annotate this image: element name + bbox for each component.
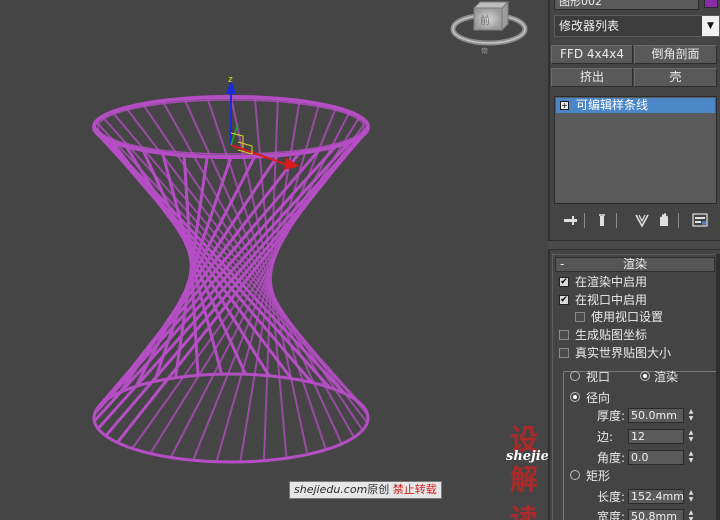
length-spinner[interactable]: ▲ ▼ <box>686 489 696 504</box>
width-field[interactable]: 50.8mm <box>628 509 684 520</box>
object-color-swatch[interactable] <box>704 0 718 8</box>
thickness-field[interactable]: 50.0mm <box>628 408 684 423</box>
object-name-field[interactable]: 图形002 <box>554 0 699 10</box>
hyperboloid-spline-object[interactable] <box>92 95 370 464</box>
copyright-caption: shejiedu.com原创 禁止转载 <box>289 481 442 499</box>
gizmo-z-label: z <box>228 75 233 85</box>
svg-text:南: 南 <box>481 46 488 55</box>
configure-modifier-sets-icon[interactable] <box>692 212 708 228</box>
rectangular-label: 矩形 <box>586 469 611 483</box>
rendering-rollout-header[interactable]: - 渲染 <box>555 257 715 272</box>
caption-url: shejiedu.com <box>294 483 368 496</box>
watermark-logo: 设解读 <box>510 423 540 520</box>
length-field[interactable]: 152.4mm <box>628 489 684 504</box>
angle-spinner[interactable]: ▲ ▼ <box>686 450 696 465</box>
thickness-label: 厚度: <box>597 409 626 423</box>
spline-generator-line <box>94 131 331 389</box>
ffd-button[interactable]: FFD 4x4x4 <box>551 45 633 64</box>
modifier-list-dropdown[interactable]: 修改器列表 ▼ <box>554 15 720 37</box>
collapse-minus-icon[interactable]: - <box>560 258 564 271</box>
radial-radio[interactable] <box>570 392 580 402</box>
panel-divider <box>548 0 550 520</box>
x-axis-arrow-icon <box>284 158 300 170</box>
mode-render-label: 渲染 <box>654 370 679 384</box>
stack-item-label: 可编辑样条线 <box>576 98 649 112</box>
width-label: 宽度: <box>597 510 626 520</box>
generate-mapping-coords-label: 生成贴图坐标 <box>575 328 648 342</box>
rendering-rollout-title: 渲染 <box>622 257 647 271</box>
command-panel: 图形002 修改器列表 ▼ FFD 4x4x4 倒角剖面 挤出 壳 + 可编辑样… <box>548 0 720 520</box>
enable-in-viewport-row[interactable]: ✔ 在视口中启用 <box>559 292 709 308</box>
viewcube[interactable]: 前 南 <box>450 0 528 55</box>
sides-spinner[interactable]: ▲ ▼ <box>686 429 696 444</box>
perspective-viewport[interactable]: z 前 南 设解读 shejiedu.com shejiedu.com原创 禁止… <box>0 0 548 520</box>
expand-plus-icon[interactable]: + <box>560 101 569 110</box>
make-unique-icon[interactable] <box>634 212 650 228</box>
length-label: 长度: <box>597 490 626 504</box>
generate-mapping-coords-checkbox[interactable] <box>559 330 569 340</box>
use-viewport-settings-checkbox[interactable] <box>575 312 585 322</box>
enable-in-renderer-checkbox[interactable]: ✔ <box>559 277 569 287</box>
spline-generator-line <box>149 116 361 455</box>
show-end-result-icon[interactable] <box>594 212 610 228</box>
watermark-url: shejiedu.com <box>506 449 548 464</box>
use-viewport-settings-row[interactable]: 使用视口设置 <box>575 309 705 325</box>
enable-in-viewport-checkbox[interactable]: ✔ <box>559 295 569 305</box>
panel-scrollbar[interactable] <box>716 254 720 520</box>
viewcube-face-label: 前 <box>480 14 490 27</box>
mode-render-radio[interactable] <box>640 371 650 381</box>
thickness-spinner[interactable]: ▲ ▼ <box>686 408 696 423</box>
spline-generator-line <box>192 107 337 461</box>
extrude-button[interactable]: 挤出 <box>551 68 633 87</box>
shell-button[interactable]: 壳 <box>634 68 717 87</box>
bevel-profile-button[interactable]: 倒角剖面 <box>634 45 717 64</box>
generate-mapping-coords-row[interactable]: 生成贴图坐标 <box>559 327 709 343</box>
real-world-map-size-row[interactable]: 真实世界贴图大小 <box>559 345 709 361</box>
enable-in-renderer-row[interactable]: ✔ 在渲染中启用 <box>559 274 709 290</box>
use-viewport-settings-label: 使用视口设置 <box>591 310 664 324</box>
viewport-scene: z 前 南 <box>92 0 528 464</box>
rollout-separator <box>548 240 720 250</box>
pin-stack-icon[interactable] <box>562 212 578 228</box>
chevron-down-icon[interactable]: ▼ <box>702 16 719 36</box>
radial-label: 径向 <box>586 391 611 405</box>
enable-in-renderer-label: 在渲染中启用 <box>575 275 648 289</box>
mode-viewport-radio[interactable] <box>570 371 580 381</box>
stack-item-editable-spline[interactable]: + 可编辑样条线 <box>556 98 715 113</box>
real-world-map-size-checkbox[interactable] <box>559 348 569 358</box>
remove-modifier-icon[interactable] <box>656 212 672 228</box>
real-world-map-size-label: 真实世界贴图大小 <box>575 346 672 360</box>
sides-label: 边: <box>597 430 614 444</box>
angle-field[interactable]: 0.0 <box>628 450 684 465</box>
mode-viewport-label: 视口 <box>586 370 611 384</box>
caption-warning: 禁止转载 <box>392 483 437 496</box>
rectangular-radio[interactable] <box>570 470 580 480</box>
modifier-stack[interactable]: + 可编辑样条线 <box>554 96 717 204</box>
sides-field[interactable]: 12 <box>628 429 684 444</box>
render-settings-group: 视口 渲染 径向 厚度: 50.0mm ▲ ▼ 边: 12 ▲ ▼ 角度: 0.0 … <box>563 370 717 520</box>
enable-in-viewport-label: 在视口中启用 <box>575 293 648 307</box>
width-spinner[interactable]: ▲ ▼ <box>686 509 696 520</box>
rendering-rollout: - 渲染 ✔ 在渲染中启用 ✔ 在视口中启用 使用视口设置 生成贴图坐标 真实世… <box>552 254 718 520</box>
caption-text: 原创 <box>367 483 390 496</box>
stack-toolbar <box>554 210 718 232</box>
angle-label: 角度: <box>597 451 626 465</box>
modifier-list-label: 修改器列表 <box>559 19 620 33</box>
